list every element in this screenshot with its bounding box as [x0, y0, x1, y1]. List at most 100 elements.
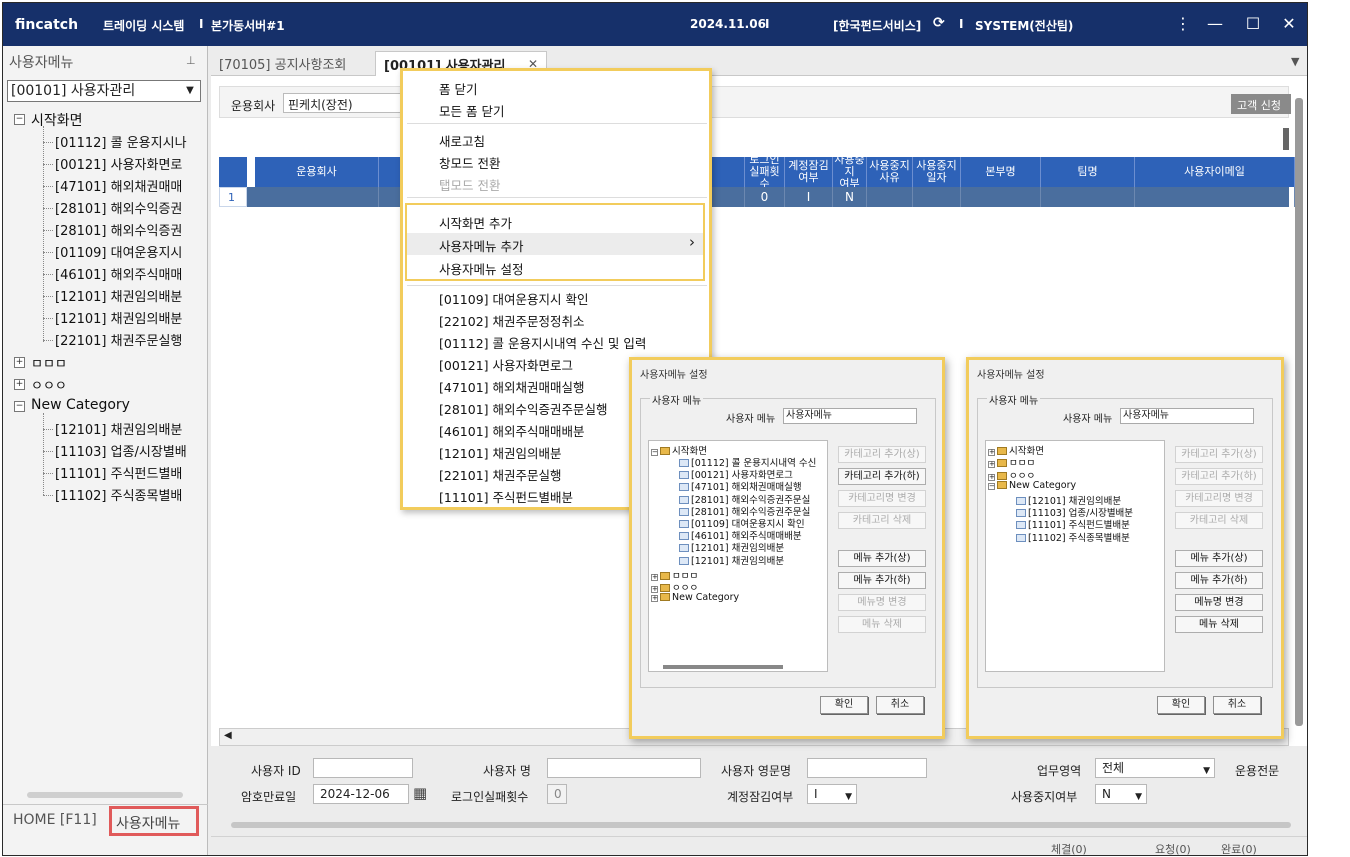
- tree-root[interactable]: + New Category: [651, 592, 739, 603]
- tree-item[interactable]: [11102] 주식종목별배분: [1016, 530, 1130, 544]
- tree-item[interactable]: [12101] 채권임의배분: [55, 419, 203, 438]
- menu-item-recent[interactable]: [47101] 해외채권매매실행: [439, 377, 585, 396]
- tree-item[interactable]: [11103] 업종/시장별배: [55, 441, 203, 460]
- grid-header-cell[interactable]: 사용자이메일: [1135, 157, 1295, 187]
- dialog-button[interactable]: 메뉴명 변경: [1175, 594, 1263, 611]
- menu-item-recent[interactable]: [22101] 채권주문실행: [439, 465, 562, 484]
- close-icon[interactable]: ✕: [1275, 11, 1303, 37]
- menu-item-close-form[interactable]: 폼 닫기: [439, 79, 477, 98]
- dialog-button[interactable]: 카테고리 추가(하): [838, 468, 926, 485]
- pin-icon[interactable]: ⊥: [186, 54, 196, 67]
- more-icon[interactable]: ⋮: [1169, 11, 1197, 37]
- menu-item-window-mode[interactable]: 창모드 전환: [439, 153, 500, 172]
- collapse-icon[interactable]: −: [988, 483, 995, 491]
- dialog-button[interactable]: 메뉴 추가(하): [838, 572, 926, 589]
- dropdown-icon[interactable]: ▼: [1203, 762, 1210, 780]
- biz-area-select[interactable]: 전체 ▼: [1095, 758, 1215, 778]
- menu-select[interactable]: [00101] 사용자관리 ▼: [7, 80, 201, 102]
- tree-item[interactable]: [28101] 해외수익증권: [55, 220, 203, 239]
- tree-item[interactable]: [12101] 채권임의배분: [55, 308, 203, 327]
- menu-tree[interactable]: + 시작화면 + ㅁㅁㅁ + ㅇㅇㅇ − New Category [12101] 채권임의배분…: [985, 440, 1165, 672]
- tab-overflow-icon[interactable]: ▼: [1291, 55, 1299, 68]
- grid-header-cell[interactable]: 본부명: [961, 157, 1041, 187]
- user-id-input[interactable]: [313, 758, 413, 778]
- maximize-icon[interactable]: ☐: [1239, 11, 1267, 37]
- grid-header-cell[interactable]: 팀명: [1041, 157, 1135, 187]
- dialog-button[interactable]: 메뉴 삭제: [1175, 616, 1263, 633]
- tree-root-circles[interactable]: ㅇㅇㅇ: [31, 375, 67, 394]
- tree-item[interactable]: [46101] 해외주식매매: [55, 264, 203, 283]
- menu-item-recent[interactable]: [01109] 대여운용지시 확인: [439, 289, 588, 308]
- vertical-scrollbar[interactable]: [1295, 98, 1303, 726]
- ok-button[interactable]: 확인: [1157, 696, 1205, 714]
- sidebar-scrollbar[interactable]: [27, 792, 183, 798]
- tree-item[interactable]: [12101] 채권임의배분: [679, 553, 784, 567]
- cancel-button[interactable]: 취소: [876, 696, 924, 714]
- menu-item-refresh[interactable]: 새로고침: [439, 131, 485, 150]
- suspend-select[interactable]: N ▼: [1095, 784, 1147, 804]
- grid-header-cell[interactable]: 사용중지일자: [913, 157, 961, 187]
- tree-root-start[interactable]: 시작화면: [31, 110, 83, 130]
- lock-select[interactable]: I ▼: [807, 784, 857, 804]
- collapse-icon[interactable]: −: [14, 401, 25, 412]
- grid-header-cell[interactable]: 운용회사: [255, 157, 379, 187]
- user-menu-tab[interactable]: 사용자메뉴: [109, 806, 199, 836]
- grid-header-cell[interactable]: 계정잠김 여부: [785, 157, 833, 187]
- dropdown-icon[interactable]: ▼: [182, 82, 198, 100]
- minimize-icon[interactable]: —: [1201, 11, 1229, 37]
- tree-item[interactable]: [11102] 주식종목별배: [55, 485, 203, 504]
- user-name-input[interactable]: [547, 758, 701, 778]
- cancel-button[interactable]: 취소: [1213, 696, 1261, 714]
- home-tab[interactable]: HOME [F11]: [13, 812, 97, 828]
- dialog-button[interactable]: 메뉴 추가(상): [838, 550, 926, 567]
- menu-item-close-all[interactable]: 모든 폼 닫기: [439, 101, 504, 120]
- menu-item-recent[interactable]: [12101] 채권임의배분: [439, 443, 562, 462]
- menu-item-recent[interactable]: [22102] 채권주문정정취소: [439, 311, 585, 330]
- tree-item[interactable]: [01112] 콜 운용지시나: [55, 132, 203, 151]
- grid-scrollbar-top[interactable]: [1283, 128, 1289, 150]
- tree-root-new-category[interactable]: New Category: [31, 397, 130, 413]
- expand-icon[interactable]: +: [14, 379, 25, 390]
- menu-item-recent[interactable]: [28101] 해외수익증권주문실행: [439, 399, 608, 418]
- grid-header-cell[interactable]: 로그인 실패횟수: [745, 154, 785, 190]
- tab-notice[interactable]: [70105] 공지사항조회: [211, 51, 354, 77]
- pwd-expiry-input[interactable]: 2024-12-06: [313, 784, 409, 804]
- menu-item-recent[interactable]: [46101] 해외주식매매배분: [439, 421, 585, 440]
- refresh-icon[interactable]: ⟳: [933, 15, 945, 31]
- expand-icon[interactable]: +: [14, 357, 25, 368]
- tree-root[interactable]: − New Category: [988, 480, 1076, 491]
- tree-item[interactable]: [01109] 대여운용지시: [55, 242, 203, 261]
- tree-item[interactable]: [00121] 사용자화면로: [55, 154, 203, 173]
- grid-header-cell[interactable]: 사용중지 여부: [833, 154, 867, 190]
- customer-request-button[interactable]: 고객 신청: [1231, 94, 1291, 114]
- menu-name-input[interactable]: 사용자메뉴: [1120, 408, 1254, 424]
- tree-item[interactable]: [22101] 채권주문실행: [55, 330, 203, 349]
- tree-item[interactable]: [11101] 주식펀드별배: [55, 463, 203, 482]
- company-field[interactable]: 핀케치(장전): [283, 93, 403, 113]
- menu-item-recent[interactable]: [01112] 콜 운용지시내역 수신 및 입력: [439, 333, 646, 352]
- tree-item[interactable]: [12101] 채권임의배분: [55, 286, 203, 305]
- grid-header-cell[interactable]: 사용중지 사유: [867, 157, 913, 187]
- form-scrollbar[interactable]: [231, 822, 1291, 828]
- menu-item-add-start[interactable]: 시작화면 추가: [439, 213, 512, 232]
- ok-button[interactable]: 확인: [820, 696, 868, 714]
- menu-item-user-menu-settings[interactable]: 사용자메뉴 설정: [439, 259, 523, 278]
- menu-item-recent[interactable]: [11101] 주식펀드별배분: [439, 487, 573, 506]
- dialog-button[interactable]: 메뉴 추가(하): [1175, 572, 1263, 589]
- tree-item[interactable]: [28101] 해외수익증권: [55, 198, 203, 217]
- tree-scrollbar[interactable]: [663, 665, 783, 669]
- menu-tree[interactable]: − 시작화면 [01112] 콜 운용지시내역 수신 [00121] 사용자화면로그…: [648, 440, 828, 672]
- menu-item-recent[interactable]: [00121] 사용자화면로그: [439, 355, 573, 374]
- dropdown-icon[interactable]: ▼: [1135, 788, 1142, 806]
- scroll-left-icon[interactable]: ◀: [224, 730, 232, 741]
- tree-root-squares[interactable]: ㅁㅁㅁ: [31, 353, 67, 372]
- dialog-button[interactable]: 메뉴 추가(상): [1175, 550, 1263, 567]
- menu-item-add-user-menu[interactable]: 사용자메뉴 추가: [439, 236, 523, 255]
- tree-item[interactable]: [47101] 해외채권매매: [55, 176, 203, 195]
- menu-name-input[interactable]: 사용자메뉴: [783, 408, 917, 424]
- user-en-name-input[interactable]: [807, 758, 927, 778]
- calendar-icon[interactable]: ▦: [413, 784, 431, 804]
- expand-icon[interactable]: +: [651, 595, 658, 603]
- dropdown-icon[interactable]: ▼: [845, 788, 852, 806]
- collapse-icon[interactable]: −: [14, 114, 25, 125]
